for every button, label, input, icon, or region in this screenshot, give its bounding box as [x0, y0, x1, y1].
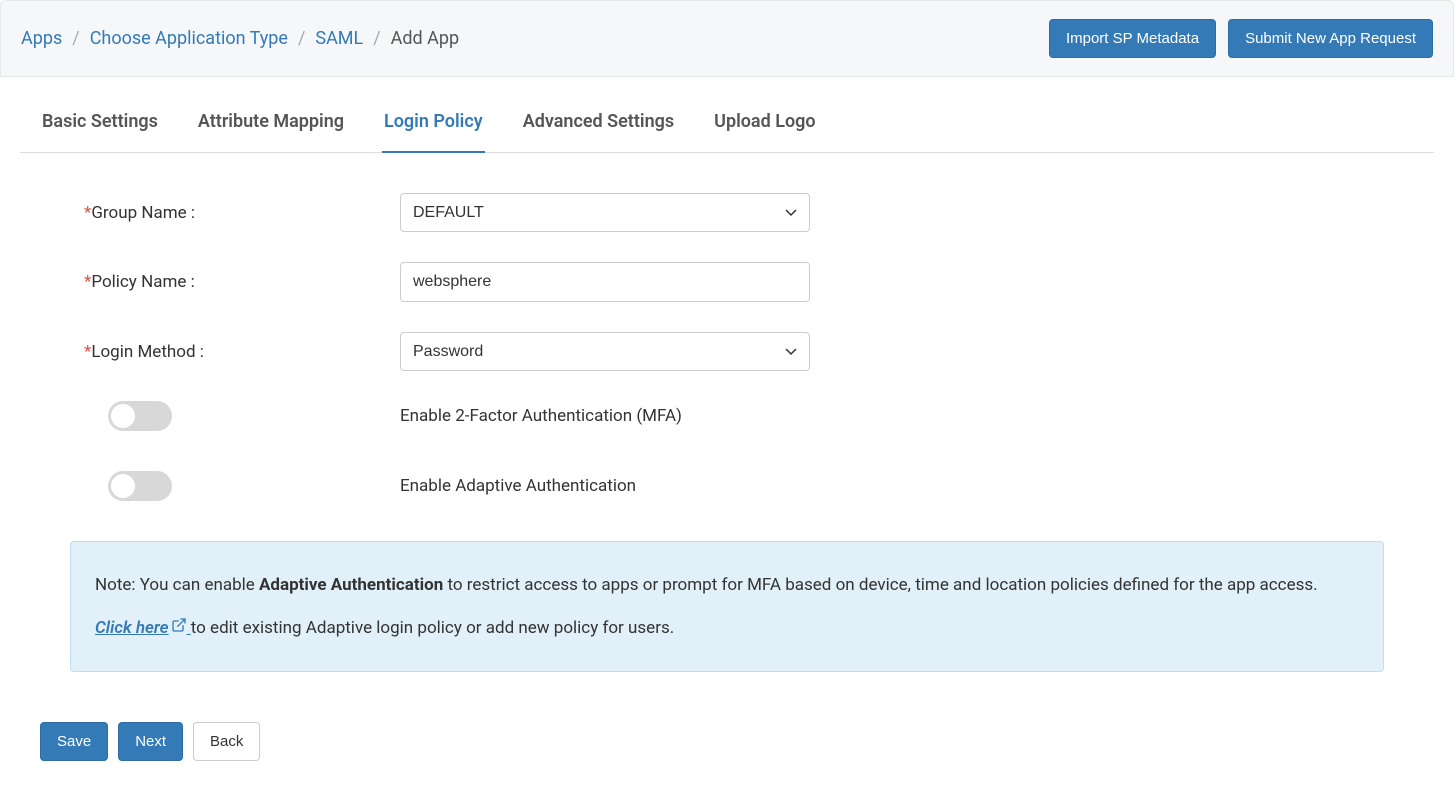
footer-buttons: Save Next Back — [0, 722, 1454, 781]
adaptive-toggle[interactable] — [108, 471, 172, 501]
mfa-row: Enable 2-Factor Authentication (MFA) — [60, 401, 1394, 431]
group-name-label: *Group Name : — [60, 203, 400, 223]
login-method-label: *Login Method : — [60, 342, 400, 362]
note-bold: Adaptive Authentication — [259, 575, 443, 595]
group-name-select[interactable]: DEFAULT — [400, 193, 810, 232]
form-area: *Group Name : DEFAULT *Policy Name : *Lo… — [0, 153, 1454, 722]
tabs: Basic Settings Attribute Mapping Login P… — [20, 97, 1434, 153]
header-bar: Apps / Choose Application Type / SAML / … — [0, 0, 1454, 77]
mfa-toggle-col — [60, 401, 400, 431]
breadcrumb-current: Add App — [391, 28, 459, 49]
mfa-toggle[interactable] — [108, 401, 172, 431]
tab-upload-logo[interactable]: Upload Logo — [712, 97, 817, 153]
tab-advanced-settings[interactable]: Advanced Settings — [521, 97, 676, 153]
note-suffix: to restrict access to apps or prompt for… — [443, 575, 1317, 595]
breadcrumb-separator: / — [298, 28, 305, 49]
click-here-link[interactable]: Click here — [95, 618, 191, 638]
tab-login-policy[interactable]: Login Policy — [382, 97, 485, 153]
policy-name-input[interactable] — [400, 262, 810, 302]
group-name-row: *Group Name : DEFAULT — [60, 193, 1394, 232]
toggle-knob — [111, 474, 135, 498]
breadcrumb-separator: / — [373, 28, 380, 49]
header-buttons: Import SP Metadata Submit New App Reques… — [1049, 19, 1433, 58]
save-button[interactable]: Save — [40, 722, 108, 761]
click-here-suffix: to edit existing Adaptive login policy o… — [191, 618, 674, 638]
breadcrumb-choose-type[interactable]: Choose Application Type — [90, 28, 288, 49]
login-method-select[interactable]: Password — [400, 332, 810, 371]
next-button[interactable]: Next — [118, 722, 183, 761]
toggle-knob — [111, 404, 135, 428]
breadcrumb-separator: / — [72, 28, 79, 49]
external-link-icon — [171, 613, 187, 644]
login-method-row: *Login Method : Password — [60, 332, 1394, 371]
breadcrumb-apps[interactable]: Apps — [21, 28, 62, 49]
breadcrumb: Apps / Choose Application Type / SAML / … — [21, 28, 459, 49]
note-prefix: Note: You can enable — [95, 575, 259, 595]
adaptive-label: Enable Adaptive Authentication — [400, 476, 636, 496]
note-box: Note: You can enable Adaptive Authentica… — [70, 541, 1384, 672]
submit-new-app-request-button[interactable]: Submit New App Request — [1228, 19, 1433, 58]
adaptive-row: Enable Adaptive Authentication — [60, 471, 1394, 501]
adaptive-toggle-col — [60, 471, 400, 501]
policy-name-label: *Policy Name : — [60, 272, 400, 292]
back-button[interactable]: Back — [193, 722, 260, 761]
mfa-label: Enable 2-Factor Authentication (MFA) — [400, 406, 682, 426]
breadcrumb-saml[interactable]: SAML — [315, 28, 363, 49]
tab-basic-settings[interactable]: Basic Settings — [40, 97, 160, 153]
policy-name-row: *Policy Name : — [60, 262, 1394, 302]
tab-attribute-mapping[interactable]: Attribute Mapping — [196, 97, 346, 153]
import-sp-metadata-button[interactable]: Import SP Metadata — [1049, 19, 1216, 58]
